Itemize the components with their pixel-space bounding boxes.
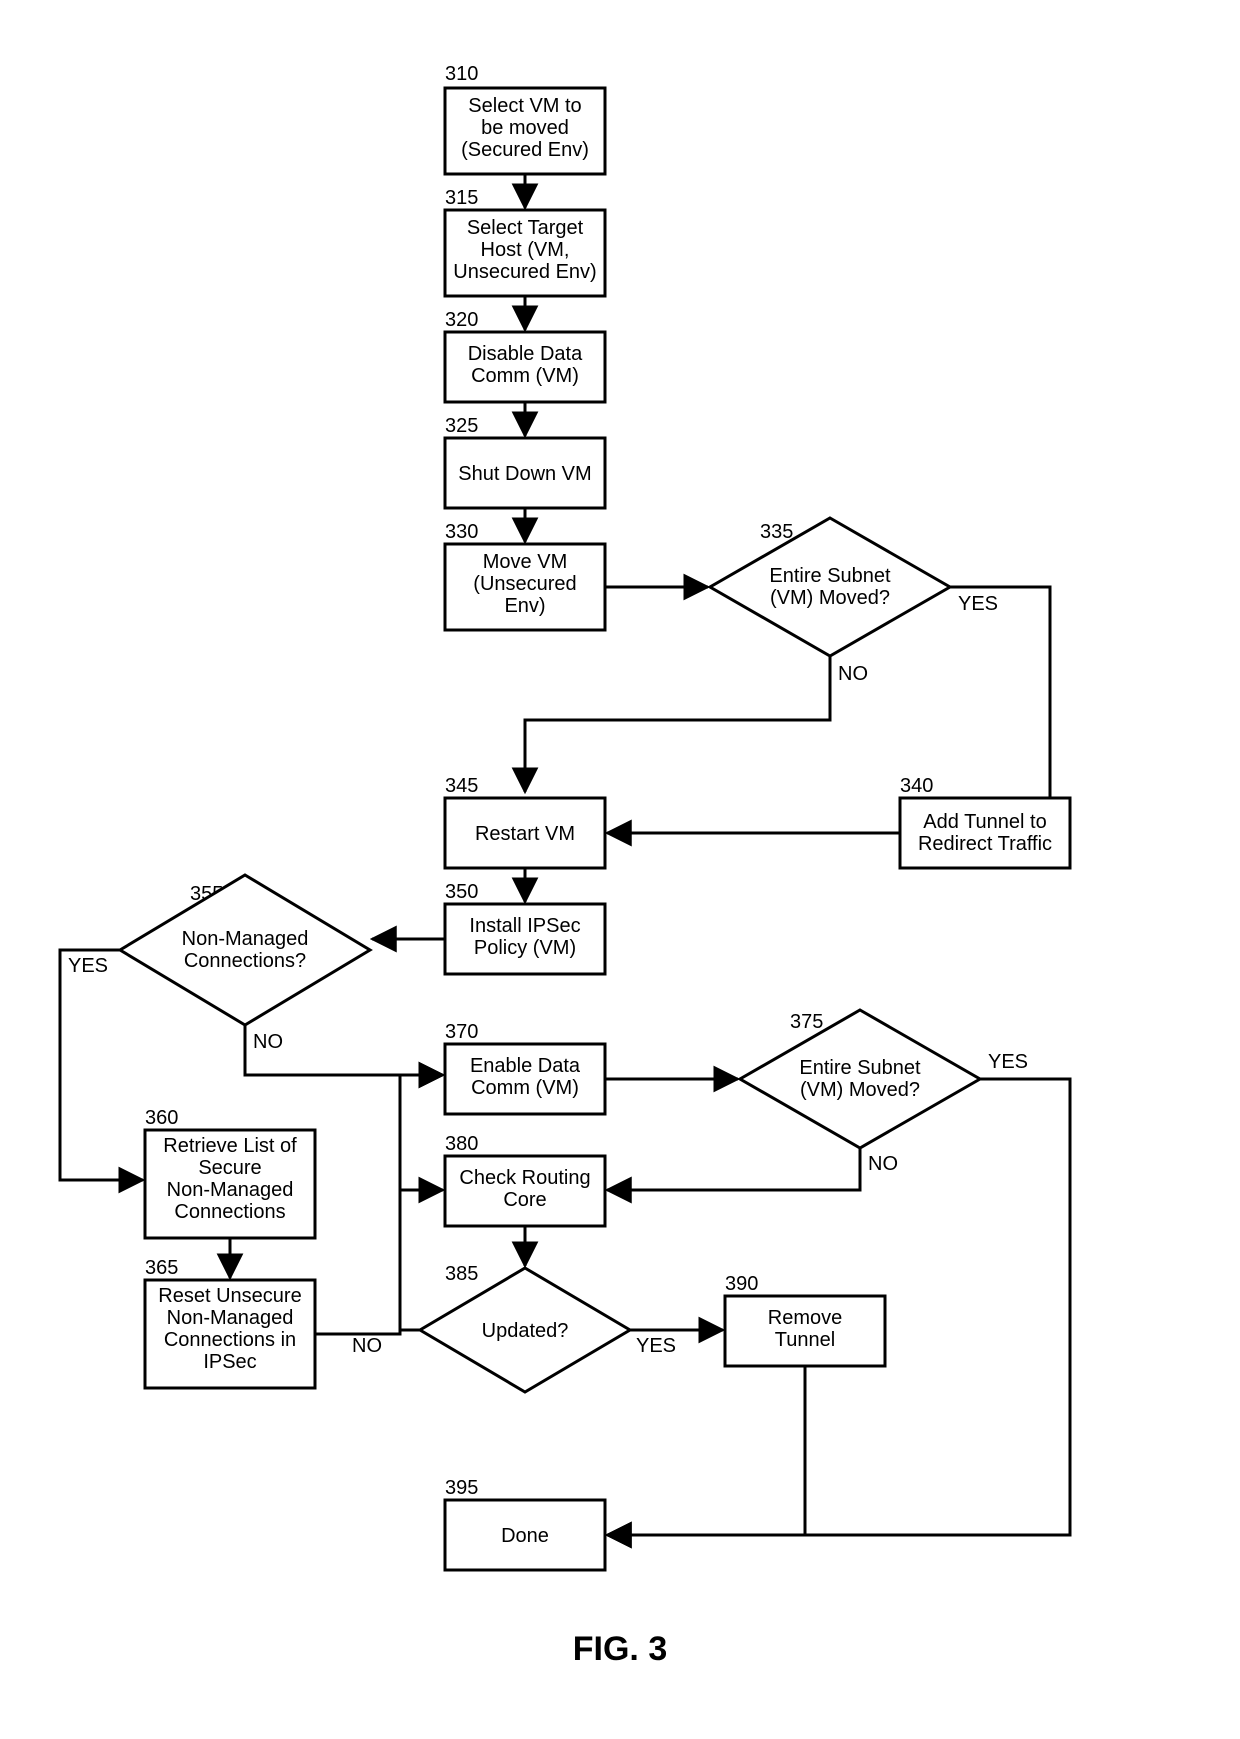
- svg-text:IPSec: IPSec: [203, 1351, 256, 1373]
- svg-text:345: 345: [445, 775, 478, 797]
- svg-text:330: 330: [445, 521, 478, 543]
- svg-text:395: 395: [445, 1477, 478, 1499]
- edge-335-yes-340: [950, 587, 1050, 828]
- svg-text:340: 340: [900, 775, 933, 797]
- svg-text:Comm (VM): Comm (VM): [471, 365, 579, 387]
- svg-text:Connections?: Connections?: [184, 950, 306, 972]
- svg-text:Add Tunnel to: Add Tunnel to: [923, 811, 1046, 833]
- svg-text:Restart VM: Restart VM: [475, 823, 575, 845]
- figure-label: FIG. 3: [573, 1630, 667, 1668]
- svg-text:Redirect Traffic: Redirect Traffic: [918, 833, 1052, 855]
- node-395: 395 Done: [445, 1477, 605, 1570]
- svg-text:Move VM: Move VM: [483, 551, 567, 573]
- node-340: 340 Add Tunnel to Redirect Traffic: [900, 775, 1070, 868]
- node-390: 390 Remove Tunnel: [725, 1273, 885, 1366]
- edge-335-no-345: [525, 656, 830, 792]
- svg-text:Comm (VM): Comm (VM): [471, 1077, 579, 1099]
- svg-text:(VM) Moved?: (VM) Moved?: [800, 1079, 920, 1101]
- svg-text:Enable Data: Enable Data: [470, 1055, 581, 1077]
- node-385: 385 Updated?: [420, 1263, 630, 1392]
- svg-text:385: 385: [445, 1263, 478, 1285]
- svg-text:Reset Unsecure: Reset Unsecure: [158, 1285, 301, 1307]
- svg-text:be moved: be moved: [481, 117, 569, 139]
- svg-text:375: 375: [790, 1011, 823, 1033]
- edge-355-yes-360: [60, 950, 143, 1180]
- svg-text:380: 380: [445, 1133, 478, 1155]
- label-335-no: NO: [838, 663, 868, 685]
- svg-text:Entire Subnet: Entire Subnet: [799, 1057, 921, 1079]
- svg-text:365: 365: [145, 1257, 178, 1279]
- edge-365-370: [315, 1075, 443, 1334]
- svg-text:Unsecured Env): Unsecured Env): [453, 261, 596, 283]
- svg-text:370: 370: [445, 1021, 478, 1043]
- svg-text:Select Target: Select Target: [467, 217, 584, 239]
- node-360: 360 Retrieve List of Secure Non-Managed …: [145, 1107, 315, 1238]
- svg-text:Non-Managed: Non-Managed: [167, 1307, 294, 1329]
- svg-text:360: 360: [145, 1107, 178, 1129]
- label-385-yes: YES: [636, 1335, 676, 1357]
- svg-text:Policy (VM): Policy (VM): [474, 937, 576, 959]
- svg-text:Core: Core: [503, 1189, 546, 1211]
- svg-text:Tunnel: Tunnel: [775, 1329, 835, 1351]
- svg-text:Install IPSec: Install IPSec: [469, 915, 580, 937]
- svg-text:390: 390: [725, 1273, 758, 1295]
- svg-text:(Unsecured: (Unsecured: [473, 573, 576, 595]
- node-335: 335 Entire Subnet (VM) Moved?: [710, 518, 950, 656]
- svg-text:315: 315: [445, 187, 478, 209]
- svg-text:Entire Subnet: Entire Subnet: [769, 565, 891, 587]
- node-355: 355 Non-Managed Connections?: [120, 875, 370, 1025]
- edge-390-395: [607, 1366, 805, 1535]
- label-375-yes: YES: [988, 1051, 1028, 1073]
- svg-text:Shut Down VM: Shut Down VM: [458, 463, 591, 485]
- svg-text:Connections: Connections: [174, 1201, 285, 1223]
- svg-text:Retrieve List of: Retrieve List of: [163, 1135, 297, 1157]
- svg-text:Host (VM,: Host (VM,: [481, 239, 570, 261]
- svg-text:Select VM to: Select VM to: [468, 95, 581, 117]
- svg-text:Non-Managed: Non-Managed: [167, 1179, 294, 1201]
- svg-text:335: 335: [760, 521, 793, 543]
- svg-text:Disable Data: Disable Data: [468, 343, 583, 365]
- svg-text:Done: Done: [501, 1525, 549, 1547]
- svg-text:Check Routing: Check Routing: [459, 1167, 590, 1189]
- svg-text:Env): Env): [504, 595, 545, 617]
- label-335-yes: YES: [958, 593, 998, 615]
- edge-385-no-380: [400, 1190, 443, 1330]
- edge-375-no-380: [607, 1148, 860, 1190]
- svg-text:Non-Managed: Non-Managed: [182, 928, 309, 950]
- svg-text:Remove: Remove: [768, 1307, 842, 1329]
- svg-text:325: 325: [445, 415, 478, 437]
- label-385-no: NO: [352, 1335, 382, 1357]
- label-355-yes: YES: [68, 955, 108, 977]
- svg-text:(VM) Moved?: (VM) Moved?: [770, 587, 890, 609]
- node-380: 380 Check Routing Core: [445, 1133, 605, 1226]
- flowchart-figure: 310 Select VM to be moved (Secured Env) …: [0, 0, 1240, 1739]
- svg-text:Secure: Secure: [198, 1157, 261, 1179]
- svg-text:350: 350: [445, 881, 478, 903]
- label-355-no: NO: [253, 1031, 283, 1053]
- node-370: 370 Enable Data Comm (VM): [445, 1021, 605, 1114]
- svg-text:310: 310: [445, 63, 478, 85]
- label-375-no: NO: [868, 1153, 898, 1175]
- svg-text:Updated?: Updated?: [482, 1320, 569, 1342]
- svg-text:Connections in: Connections in: [164, 1329, 296, 1351]
- svg-text:(Secured Env): (Secured Env): [461, 139, 589, 161]
- node-310: 310 Select VM to be moved (Secured Env): [445, 63, 605, 174]
- node-375: 375 Entire Subnet (VM) Moved?: [740, 1010, 980, 1148]
- svg-text:320: 320: [445, 309, 478, 331]
